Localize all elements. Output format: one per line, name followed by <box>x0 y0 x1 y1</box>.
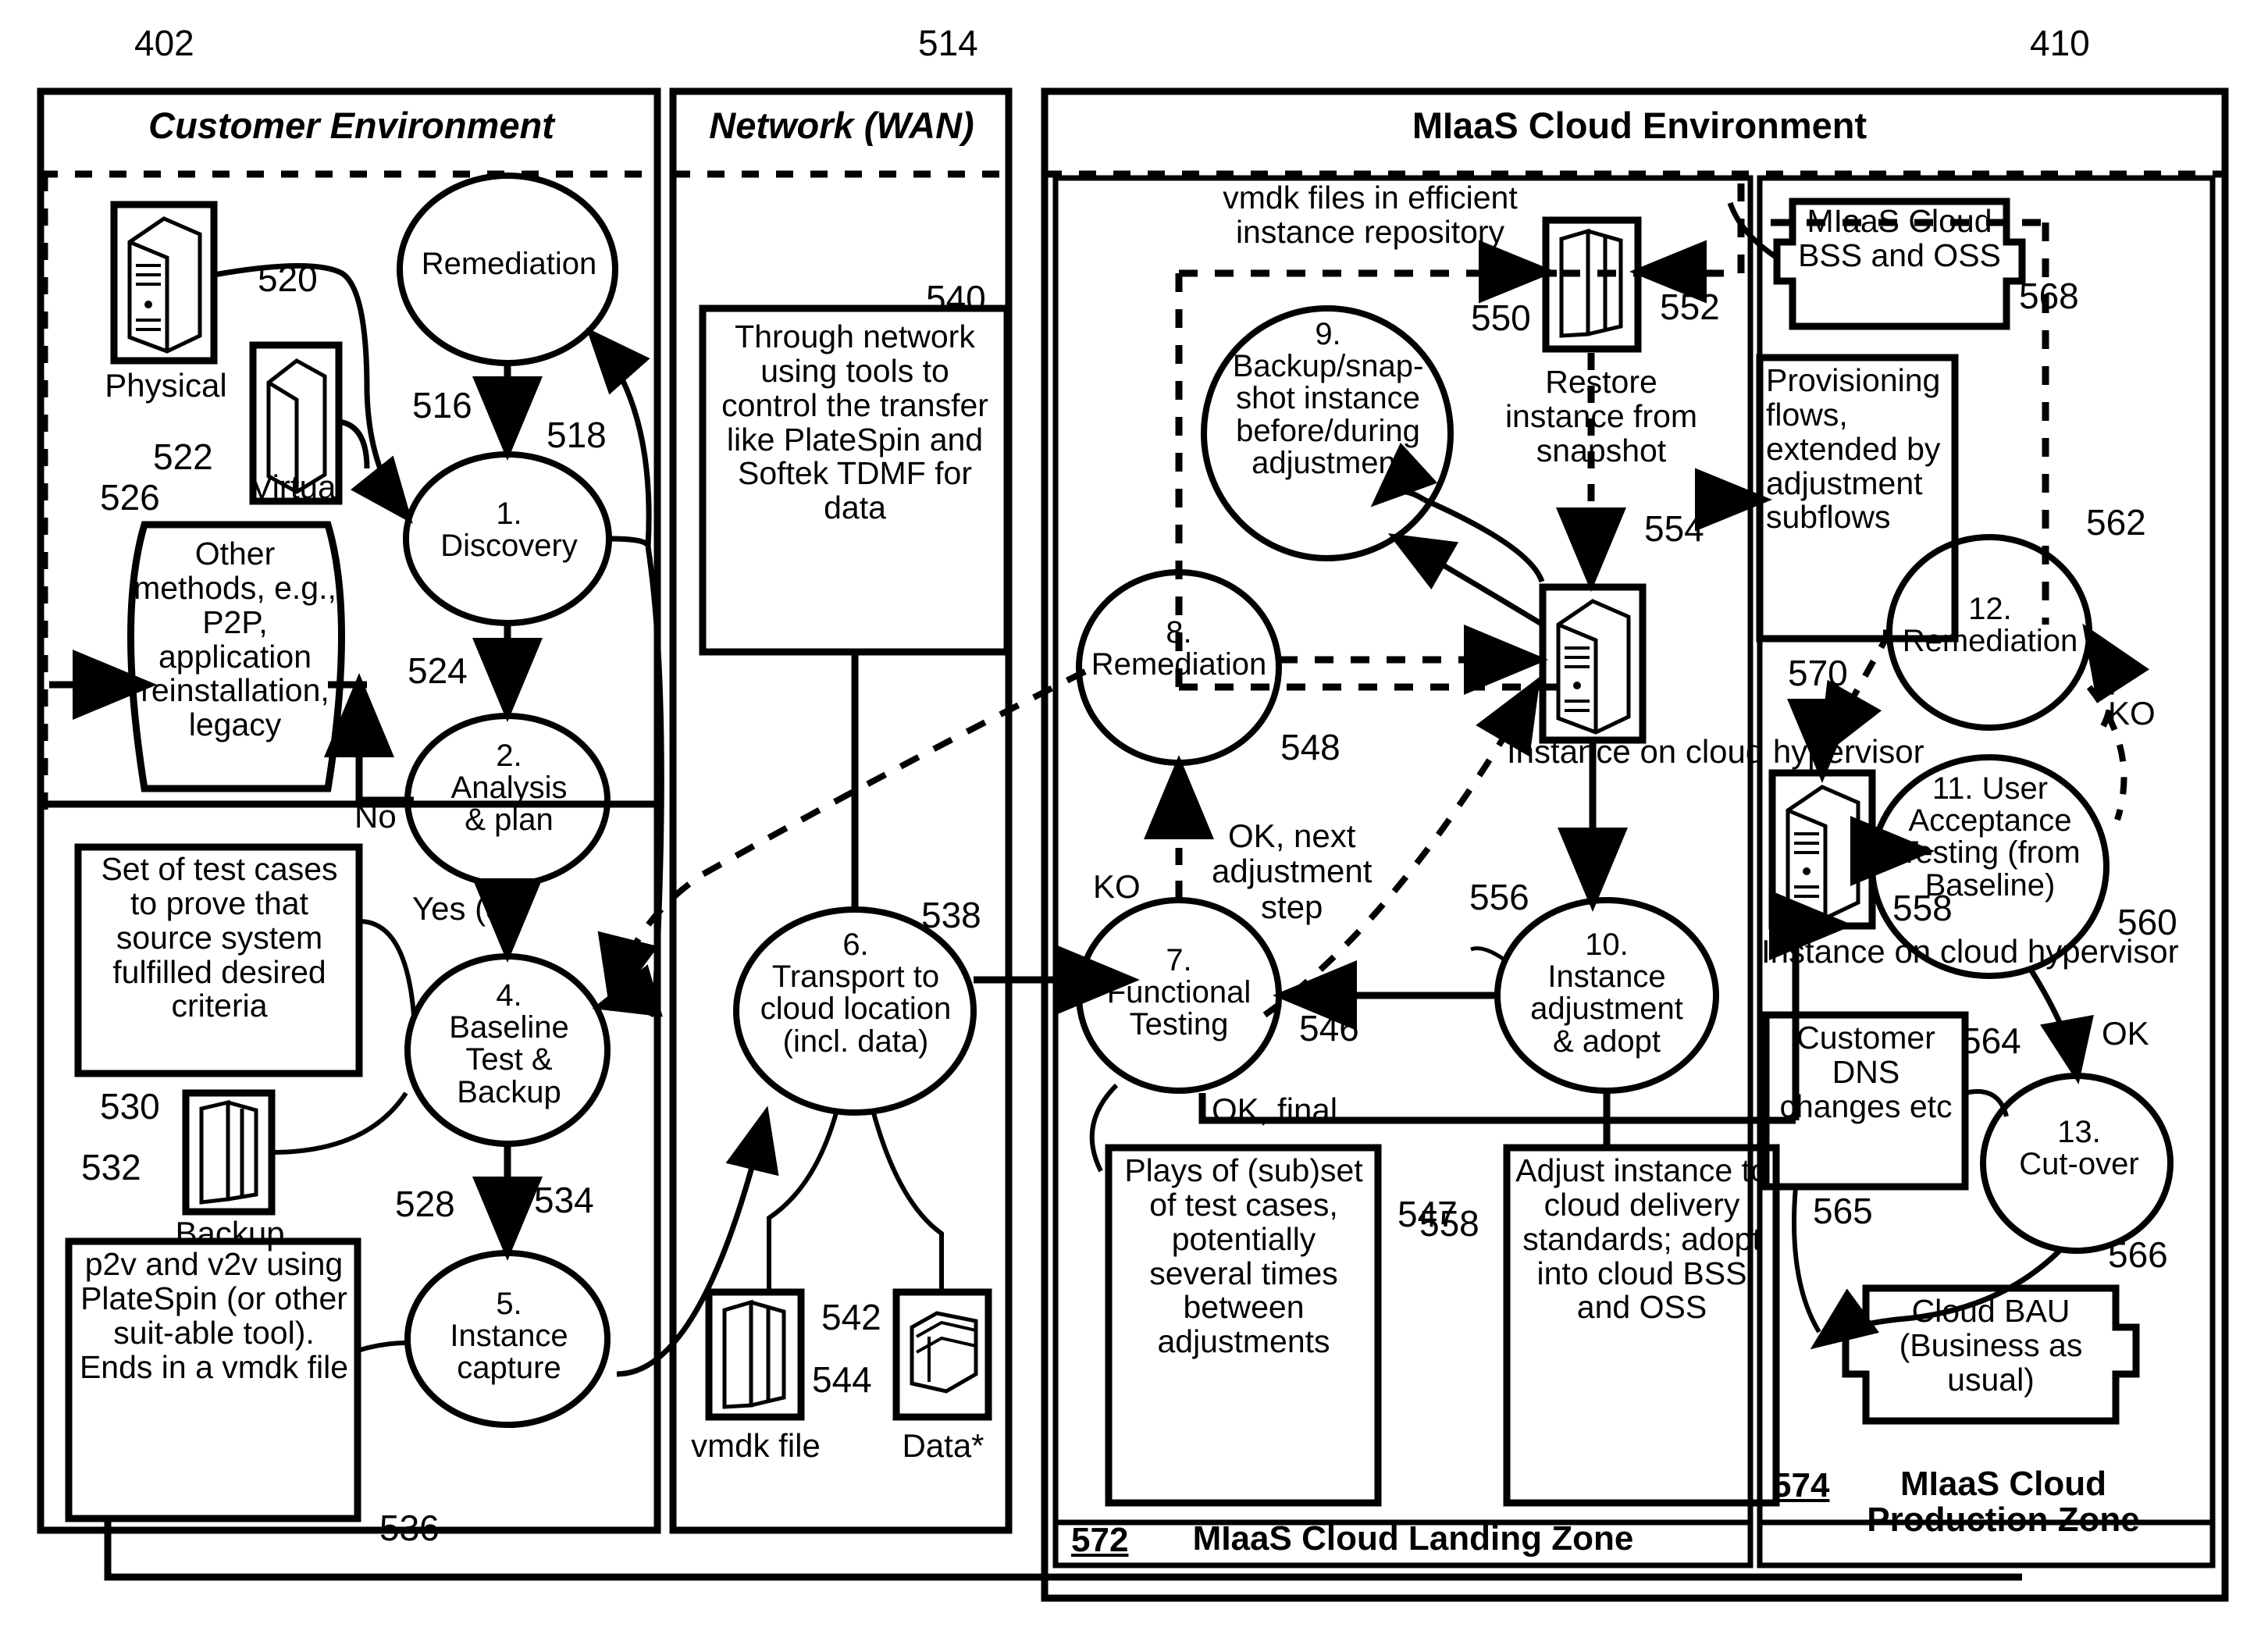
ref-562: 562 <box>2086 502 2146 543</box>
ref-518: 518 <box>547 415 607 455</box>
cloud-hypervisor-instance-caption: Instance on cloud hypervisor <box>1507 733 1924 770</box>
node-transport-to-cloud: 6. Transport to cloud location (incl. da… <box>760 928 952 1059</box>
node-remediation-production: 12. Remediation <box>1902 592 2078 659</box>
edge-label-ok-final: OK, final <box>1212 1091 1338 1128</box>
node-instance-capture: 5. Instance capture <box>450 1287 568 1386</box>
subzone-title-landing: MIaaS Cloud Landing Zone <box>1192 1519 1634 1558</box>
adjust-instance-note: Adjust instance to cloud delivery standa… <box>1515 1152 1768 1326</box>
edge-label-yes: Yes (3) <box>412 890 515 927</box>
subzone-title-production: MIaaS Cloud Production Zone <box>1867 1465 2140 1540</box>
ref-540: 540 <box>926 278 986 319</box>
edge-label-ko-uat: KO <box>2108 695 2156 732</box>
other-methods-note: Other methods, e.g., P2P, application re… <box>134 536 336 743</box>
node-discovery: 1. Discovery <box>440 497 578 564</box>
ref-552: 552 <box>1660 287 1720 327</box>
node-backup-snapshot: 9. Backup/snap- shot instance before/dur… <box>1232 317 1424 480</box>
ref-522: 522 <box>153 436 213 477</box>
miaas-cloud-bss-oss-note: MIaaS Cloud BSS and OSS <box>1798 203 2001 273</box>
node-remediation-customer: Remediation <box>421 247 597 281</box>
test-cases-note: Set of test cases to prove that source s… <box>101 851 338 1024</box>
node-baseline-test-backup: 4. Baseline Test & Backup <box>449 978 569 1109</box>
patent-figure-canvas: Customer Environment Network (WAN) MIaaS… <box>0 0 2268 1645</box>
node-cut-over: 13. Cut-over <box>2019 1115 2139 1182</box>
zone-title-network: Network (WAN) <box>709 105 974 146</box>
ref-402: 402 <box>134 23 194 63</box>
ref-548: 548 <box>1280 727 1341 767</box>
ref-570: 570 <box>1788 653 1848 693</box>
ref-514: 514 <box>918 23 978 63</box>
ref-532: 532 <box>81 1147 141 1187</box>
ref-528: 528 <box>395 1184 455 1224</box>
ref-554: 554 <box>1644 508 1704 549</box>
provisioning-flows-note: Provisioning flows, extended by adjustme… <box>1766 362 1941 536</box>
ref-524: 524 <box>408 650 468 691</box>
ref-526: 526 <box>100 477 160 518</box>
subzone-ref-572: 572 <box>1071 1521 1129 1559</box>
subzone-ref-574: 574 <box>1772 1466 1830 1504</box>
ref-565: 565 <box>1813 1191 1873 1231</box>
node-functional-testing: 7. Functional Testing <box>1106 943 1251 1042</box>
edge-label-ko-functional: KO <box>1093 868 1141 905</box>
ref-546: 546 <box>1299 1008 1359 1049</box>
ref-544: 544 <box>812 1359 872 1400</box>
edge-label-ok-next-adjustment: OK, next adjustment step <box>1212 817 1373 925</box>
zone-title-customer: Customer Environment <box>148 105 554 146</box>
ref-568: 568 <box>2019 276 2079 316</box>
ref-520: 520 <box>258 258 318 299</box>
ref-410: 410 <box>2030 23 2090 63</box>
node-remediation-landing: 8. Remediation <box>1091 615 1267 682</box>
restore-from-snapshot-caption: Restore instance from snapshot <box>1504 364 1698 468</box>
ref-558-landing: 558 <box>1419 1203 1479 1244</box>
customer-dns-note: Customer DNS changes etc <box>1779 1020 1953 1124</box>
virtual-server-caption: Virtual <box>251 468 344 505</box>
physical-server-caption: Physical <box>105 367 227 404</box>
cloud-bau-note: Cloud BAU (Business as usual) <box>1899 1293 2083 1398</box>
ref-542: 542 <box>821 1297 881 1337</box>
network-transfer-note: Through network using tools to control t… <box>721 319 988 526</box>
ref-556: 556 <box>1469 877 1529 917</box>
ref-566: 566 <box>2108 1234 2168 1275</box>
ref-516: 516 <box>412 385 472 425</box>
ref-550: 550 <box>1471 297 1531 338</box>
edge-label-no: No <box>354 798 397 835</box>
ref-530: 530 <box>100 1086 160 1127</box>
ref-534: 534 <box>534 1180 594 1220</box>
data-store-caption: Data* <box>902 1427 984 1464</box>
zone-title-cloud: MIaaS Cloud Environment <box>1412 105 1867 146</box>
ref-564: 564 <box>1961 1020 2021 1061</box>
edge-label-ok-cutover: OK <box>2102 1015 2149 1052</box>
production-hypervisor-instance-caption: Instance on cloud hypervisor <box>1761 933 2179 970</box>
node-user-acceptance-testing: 11. User Acceptance Testing (from Baseli… <box>1899 771 2081 903</box>
p2v-v2v-note: p2v and v2v using PlateSpin (or other su… <box>79 1246 349 1385</box>
node-analysis-plan: 2. Analysis & plan <box>450 739 568 838</box>
node-instance-adjustment: 10. Instance adjustment & adopt <box>1530 928 1683 1059</box>
ref-536: 536 <box>379 1508 440 1548</box>
instance-repository-caption: vmdk files in efficient instance reposit… <box>1223 180 1518 250</box>
plays-of-test-cases-note: Plays of (sub)set of test cases, potenti… <box>1124 1152 1363 1360</box>
vmdk-file-caption: vmdk file <box>691 1427 821 1464</box>
